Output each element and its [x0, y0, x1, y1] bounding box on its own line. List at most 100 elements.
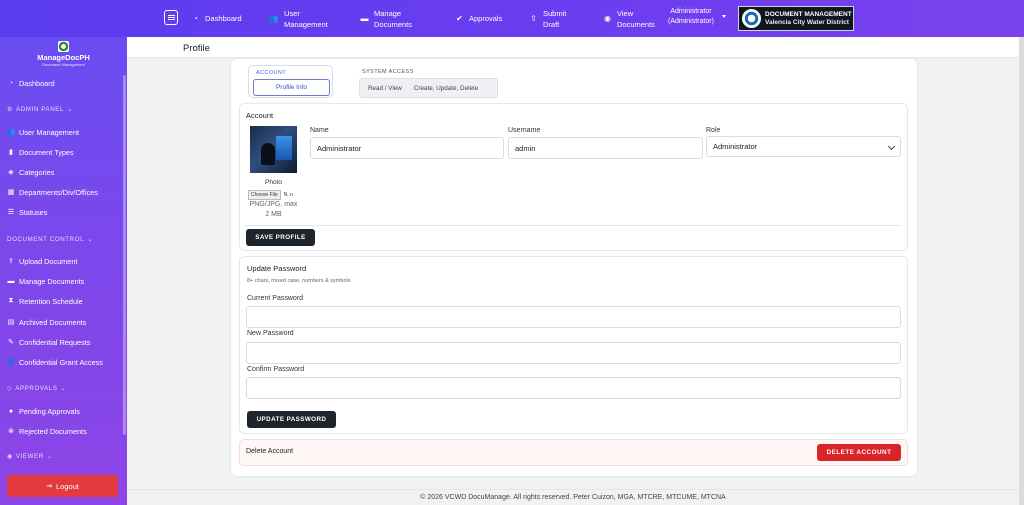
username-input[interactable]: admin — [508, 137, 703, 159]
sidebar-section-document-control[interactable]: DOCUMENT CONTROL ⌄ — [7, 236, 93, 243]
chevron-down-icon — [887, 142, 896, 151]
footer: © 2026 VCWD DocuManage. All rights reser… — [127, 489, 1019, 505]
save-profile-button[interactable]: SAVE PROFILE — [246, 229, 315, 246]
brand-line-1: DOCUMENT MANAGEMENT — [765, 10, 852, 18]
sidebar-item-departments[interactable]: ▦ Departments/Div/Offices — [6, 186, 98, 198]
sign-out-icon: ⇥ — [46, 483, 52, 490]
sidebar-brand-title: ManageDocPH — [37, 53, 90, 62]
sidebar-section-viewer[interactable]: ◉ VIEWER ⌄ — [7, 453, 53, 460]
times-circle-icon: ⊗ — [8, 428, 14, 435]
sidebar-item-archived-documents[interactable]: ▤ Archived Documents — [6, 316, 87, 328]
password-hint: 8+ chars, mixed case, numbers & symbols — [247, 278, 351, 284]
sidebar-item-categories[interactable]: ◈ Categories — [6, 166, 54, 178]
sidebar-item-rejected-documents[interactable]: ⊗ Rejected Documents — [6, 425, 87, 437]
sidebar-item-upload-document[interactable]: ⇪ Upload Document — [6, 255, 77, 267]
top-navbar: ◔ Dashboard 👥 User Management ▬ Manage D… — [0, 0, 1024, 37]
divider — [245, 225, 902, 226]
seal-icon — [742, 9, 761, 28]
file-icon: ▮ — [9, 149, 13, 156]
current-password-label: Current Password — [247, 295, 304, 302]
tab-system-access[interactable]: SYSTEM ACCESS Read / View Create, Update… — [359, 65, 499, 98]
sidebar-item-document-types[interactable]: ▮ Document Types — [6, 146, 74, 158]
role-selected-value: Administrator — [713, 142, 758, 151]
photo-label: Photo — [265, 179, 282, 186]
confirm-password-label: Confirm Password — [247, 366, 305, 373]
role-select[interactable]: Administrator — [706, 136, 901, 157]
nav-user-management[interactable]: 👥 User Management — [269, 0, 334, 37]
eye-icon: ◉ — [604, 14, 611, 23]
logout-button[interactable]: ⇥ Logout — [7, 475, 118, 497]
sidebar-item-confidential-grant-access[interactable]: 👤 Confidential Grant Access — [6, 356, 103, 368]
page-scrollbar[interactable] — [1019, 37, 1024, 505]
nav-dashboard[interactable]: ◔ Dashboard — [191, 0, 242, 37]
users-icon: 👥 — [268, 14, 279, 23]
sidebar-brand-subtitle: Document Management — [42, 62, 85, 67]
user-lock-icon: 👤 — [6, 359, 16, 366]
sidebar-item-pending-approvals[interactable]: ● Pending Approvals — [6, 405, 80, 417]
sidebar-section-admin-panel[interactable]: ⚙ ADMIN PANEL ⌄ — [7, 106, 73, 113]
page-title: Profile — [183, 43, 210, 54]
file-name: N..n — [283, 192, 293, 198]
choose-file-button[interactable]: Choose File — [248, 190, 281, 200]
tab-account[interactable]: ACCOUNT Profile Info — [248, 65, 333, 98]
sidebar: ManageDocPH Document Management ◔ Dashboa… — [0, 37, 127, 505]
nav-manage-documents[interactable]: ▬ Manage Documents — [360, 0, 422, 37]
sidebar-brand[interactable]: ManageDocPH Document Management — [0, 37, 127, 71]
nav-submit-draft[interactable]: ⇪ Submit Draft — [529, 0, 575, 37]
delete-account-section — [239, 439, 908, 466]
file-hint: PNG/JPG, max 2 MB — [249, 201, 298, 218]
sidebar-item-retention-schedule[interactable]: ⧗ Retention Schedule — [6, 295, 83, 307]
folder-icon: ▬ — [360, 14, 369, 23]
brand-logo: DOCUMENT MANAGEMENT Valencia City Water … — [738, 6, 854, 31]
users-icon: 👥 — [6, 129, 16, 136]
delete-account-title: Delete Account — [246, 448, 294, 455]
new-password-label: New Password — [247, 330, 294, 337]
account-section — [239, 103, 908, 251]
user-name: Administrator — [670, 8, 712, 15]
eye-icon: ◉ — [7, 454, 13, 460]
role-label: Role — [706, 127, 721, 134]
tags-icon: ◈ — [8, 169, 14, 176]
sidebar-item-statuses[interactable]: ☰ Statuses — [6, 206, 48, 218]
name-label: Name — [310, 127, 329, 134]
sidebar-item-user-management[interactable]: 👥 User Management — [6, 126, 79, 138]
clock-icon: ● — [8, 407, 14, 415]
name-input[interactable]: Administrator — [310, 137, 504, 159]
user-menu[interactable]: Administrator (Administrator) — [668, 7, 714, 27]
new-password-input[interactable] — [246, 342, 901, 364]
upload-icon: ⇪ — [530, 14, 537, 23]
gears-icon: ⚙ — [7, 107, 13, 113]
tab-account-label: ACCOUNT — [256, 70, 286, 76]
tab-system-access-label: SYSTEM ACCESS — [362, 69, 414, 75]
file-input[interactable]: Choose File N..n — [248, 190, 293, 200]
caret-down-icon[interactable] — [722, 15, 726, 18]
account-section-title: Account — [246, 111, 274, 120]
file-signature-icon: ✎ — [8, 339, 14, 346]
sidebar-section-approvals[interactable]: ◇ APPROVALS ⌄ — [7, 385, 66, 392]
permission-read: Read / View — [368, 84, 402, 92]
page-header: Profile — [127, 37, 1024, 58]
chevron-down-icon: ⌄ — [87, 236, 94, 243]
delete-account-button[interactable]: DELETE ACCOUNT — [817, 444, 901, 461]
archive-icon: ▤ — [7, 319, 15, 326]
sidebar-scrollbar[interactable] — [123, 75, 126, 435]
check-circle-icon: ✔ — [456, 14, 463, 23]
hourglass-icon: ⧗ — [8, 297, 14, 304]
nav-approvals[interactable]: ✔ Approvals — [455, 0, 502, 37]
building-icon: ▦ — [7, 189, 15, 196]
password-section-title: Update Password — [247, 264, 307, 273]
update-password-button[interactable]: UPDATE PASSWORD — [247, 411, 336, 428]
permission-write: Create, Update, Delete — [413, 84, 479, 92]
nav-view-documents[interactable]: ◉ View Documents — [603, 0, 659, 37]
sidebar-item-dashboard[interactable]: ◔ Dashboard — [6, 77, 55, 89]
username-label: Username — [508, 127, 541, 134]
menu-toggle-button[interactable] — [164, 10, 178, 25]
gauge-icon: ◔ — [193, 14, 198, 23]
confirm-password-input[interactable] — [246, 377, 901, 399]
system-access-permissions[interactable]: Read / View Create, Update, Delete — [359, 78, 498, 98]
current-password-input[interactable] — [246, 306, 901, 328]
tag-icon: ◇ — [7, 386, 13, 392]
tab-profile-info[interactable]: Profile Info — [253, 79, 330, 96]
sidebar-item-confidential-requests[interactable]: ✎ Confidential Requests — [6, 336, 90, 348]
sidebar-item-manage-documents[interactable]: ▬ Manage Documents — [6, 275, 85, 287]
